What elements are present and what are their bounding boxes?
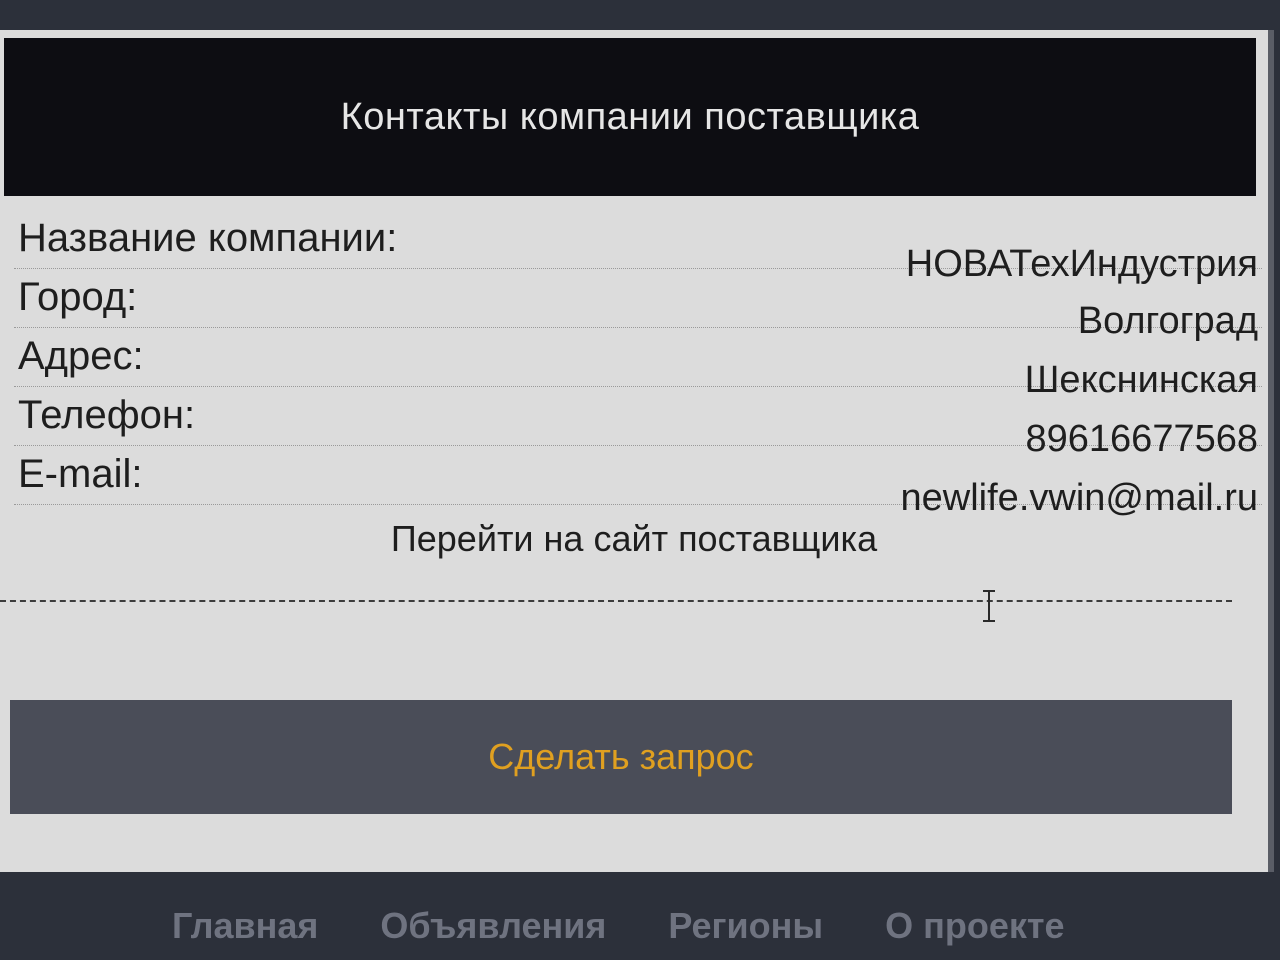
email-value[interactable]: newlife.vwin@mail.ru: [901, 446, 1262, 526]
contacts-header: Контакты компании поставщика: [4, 38, 1256, 196]
contacts-title: Контакты компании поставщика: [340, 95, 920, 138]
dashed-divider: [0, 600, 1232, 602]
text-cursor-icon: [983, 590, 995, 622]
nav-listings-link[interactable]: Объявления: [380, 905, 606, 947]
address-label: Адрес:: [18, 334, 144, 378]
email-label: E-mail:: [18, 452, 143, 496]
city-row: Город: Волгоград: [14, 269, 1262, 342]
nav-about-link[interactable]: О проекте: [885, 905, 1064, 947]
screen: Контакты компании поставщика Название ко…: [0, 0, 1280, 960]
address-row: Адрес: Шекснинская: [14, 328, 1262, 401]
company-name-label: Название компании:: [18, 216, 398, 260]
company-name-row: Название компании: НОВАТехИндустрия: [14, 210, 1262, 285]
phone-row: Телефон: 89616677568: [14, 387, 1262, 460]
company-info: Название компании: НОВАТехИндустрия Горо…: [14, 210, 1262, 519]
nav-regions-link[interactable]: Регионы: [668, 905, 823, 947]
make-request-label: Сделать запрос: [488, 736, 754, 777]
nav-home-link[interactable]: Главная: [172, 905, 318, 947]
supplier-site-link[interactable]: Перейти на сайт поставщика: [0, 518, 1268, 560]
phone-label: Телефон:: [18, 393, 196, 437]
city-label: Город:: [18, 275, 138, 319]
email-row: E-mail: newlife.vwin@mail.ru: [14, 446, 1262, 519]
make-request-button[interactable]: Сделать запрос: [10, 700, 1232, 814]
footer-nav: Главная Объявления Регионы О проекте: [0, 892, 1280, 960]
